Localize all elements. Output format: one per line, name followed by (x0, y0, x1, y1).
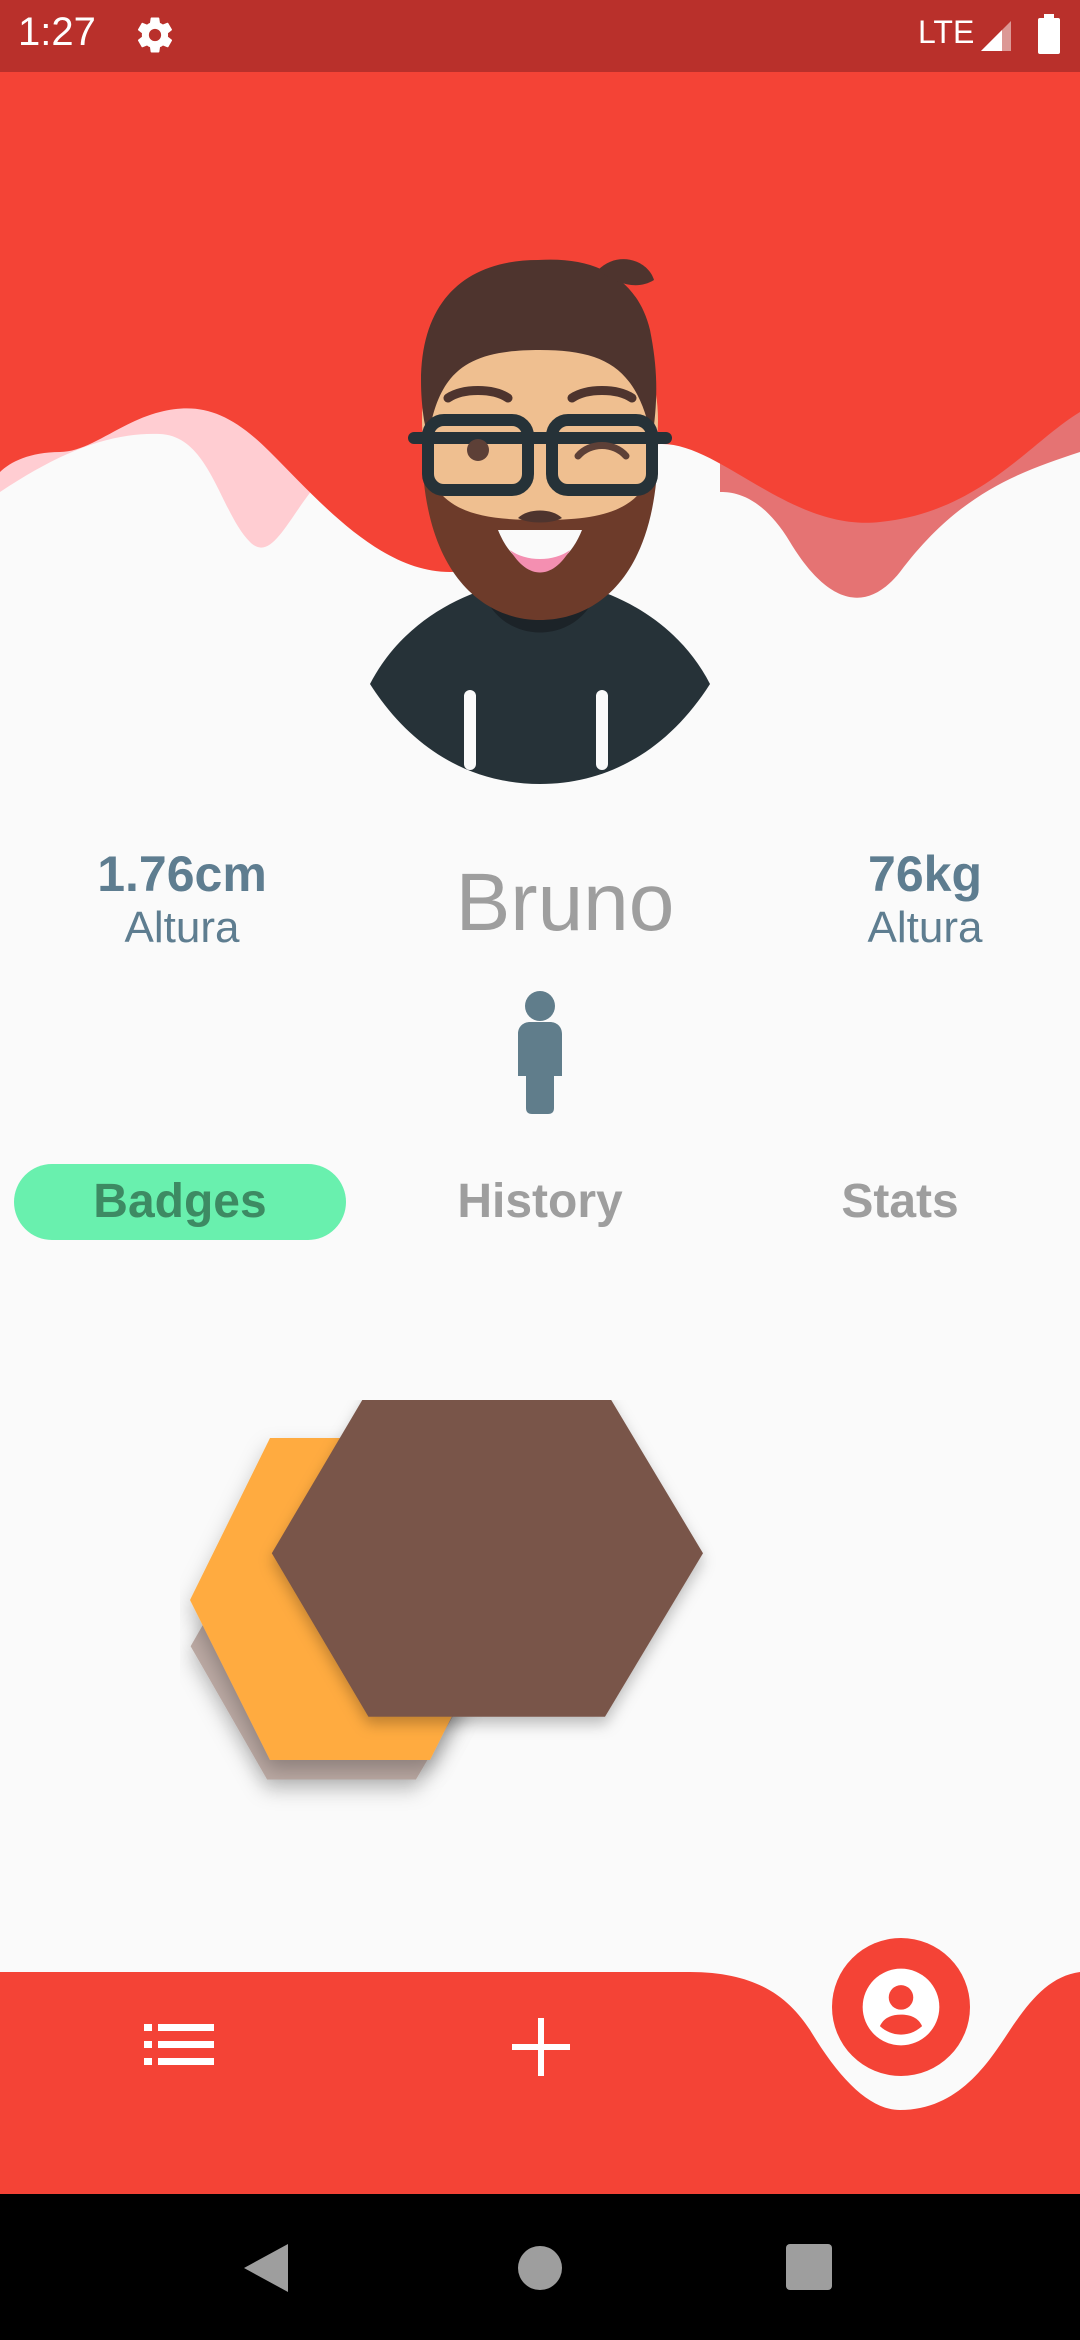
add-icon[interactable] (510, 2016, 572, 2078)
avatar (370, 259, 710, 784)
height-value: 1.76cm (97, 846, 267, 902)
tab-badges[interactable]: Badges (14, 1164, 346, 1240)
network-type: LTE (918, 14, 975, 50)
battery-icon (1038, 14, 1060, 54)
person-icon (518, 991, 562, 1114)
signal-icon (981, 21, 1011, 51)
weight-value: 76kg (868, 846, 982, 902)
height-label: Altura (124, 903, 240, 952)
home-icon[interactable] (518, 2246, 562, 2290)
account-icon (862, 1968, 940, 2046)
profile-tabs: Badges History Stats (0, 1164, 1080, 1240)
weight-label: Altura (867, 903, 983, 952)
badges-stack (190, 1400, 703, 1780)
recents-icon[interactable] (786, 2244, 832, 2290)
gear-icon (137, 17, 173, 53)
tab-stats[interactable]: Stats (740, 1164, 1060, 1240)
profile-name: Bruno (455, 857, 675, 948)
back-icon[interactable] (240, 2240, 292, 2296)
weight-stat: 76kg Altura (800, 846, 1050, 954)
height-stat: 1.76cm Altura (62, 846, 302, 954)
list-icon[interactable] (144, 2020, 214, 2070)
account-button[interactable] (832, 1938, 970, 2076)
status-bar: 1:27 LTE (0, 0, 1080, 72)
tab-history[interactable]: History (380, 1164, 700, 1240)
status-time: 1:27 (18, 10, 96, 54)
